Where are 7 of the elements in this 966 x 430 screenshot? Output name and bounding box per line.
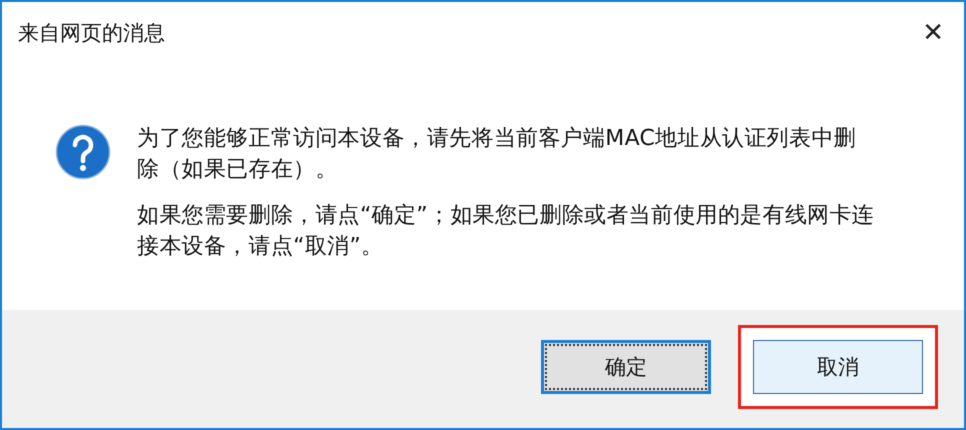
- dialog-button[interactable]: 确定: [541, 340, 711, 394]
- message-text: 为了您能够正常访问本设备，请先将当前客户端MAC地址从认证列表中删除（如果已存在）。: [137, 125, 857, 184]
- message-text: 如果您需要删除，请点“确定”；如果您已删除或者当前使用的是有线网卡连接本设备，请点“取消”。: [137, 202, 875, 260]
- window-title: 来自网页的消息: [18, 20, 165, 47]
- question-icon: [55, 124, 111, 180]
- close-button[interactable]: ✕: [912, 16, 954, 50]
- dialog-button[interactable]: 取消: [753, 340, 923, 394]
